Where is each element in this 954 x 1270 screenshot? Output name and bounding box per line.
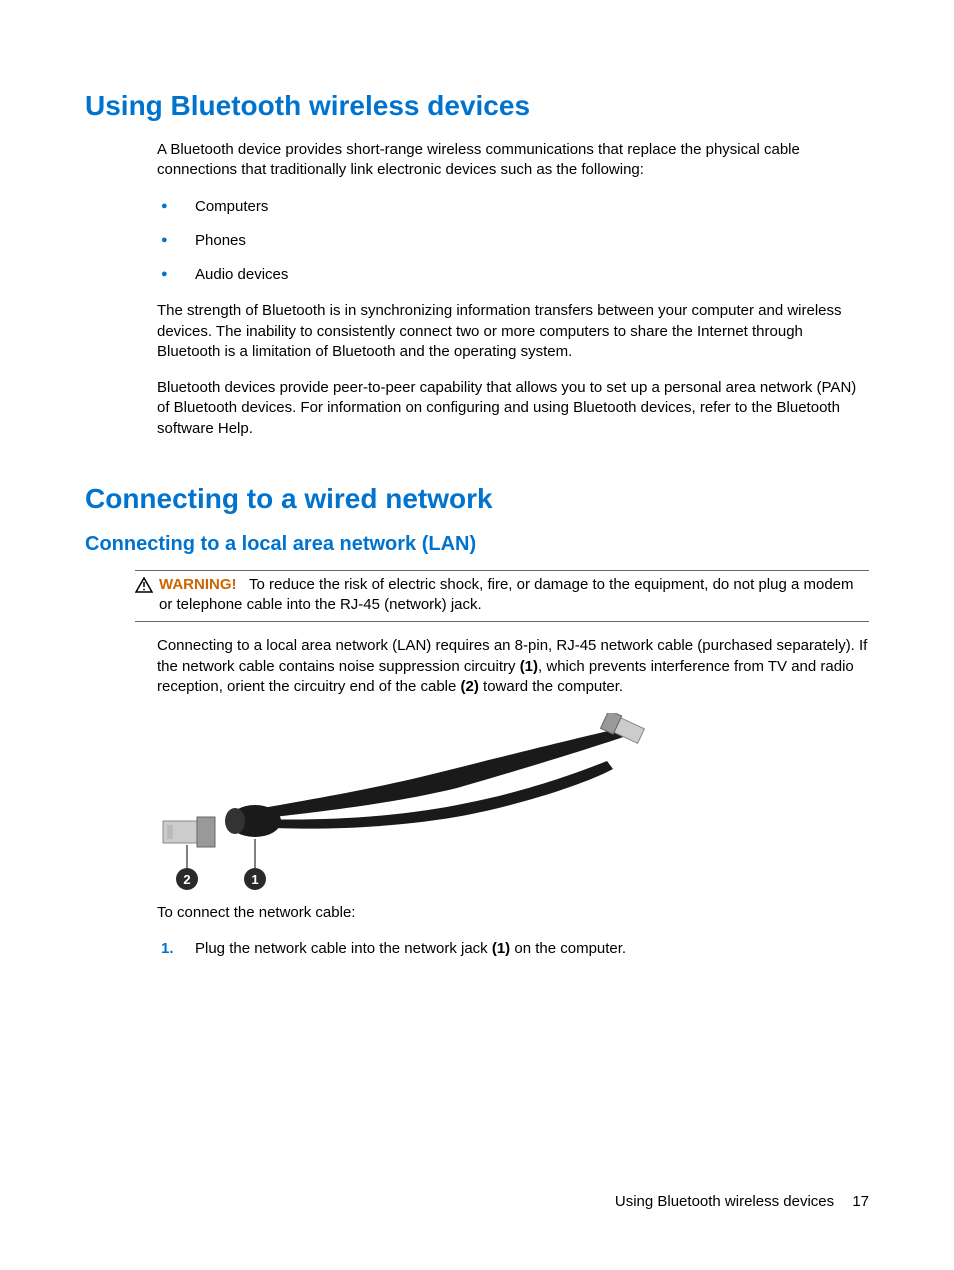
subheading-lan: Connecting to a local area network (LAN) (85, 533, 869, 556)
paragraph-intro: A Bluetooth device provides short-range … (157, 140, 869, 181)
step-item: 1. Plug the network cable into the netwo… (157, 939, 869, 959)
warning-icon (135, 577, 153, 598)
footer-text: Using Bluetooth wireless devices (615, 1193, 834, 1210)
paragraph-pan: Bluetooth devices provide peer-to-peer c… (157, 378, 869, 439)
warning-text: To reduce the risk of electric shock, fi… (159, 576, 854, 613)
caption-connect: To connect the network cable: (157, 903, 869, 923)
list-item: Phones (157, 231, 869, 251)
heading-bluetooth: Using Bluetooth wireless devices (85, 90, 869, 122)
paragraph-lan-intro: Connecting to a local area network (LAN)… (157, 636, 869, 697)
list-item: Audio devices (157, 265, 869, 285)
footer-page-number: 17 (852, 1193, 869, 1210)
callout-1: 1 (251, 872, 258, 887)
warning-box: WARNING! To reduce the risk of electric … (135, 570, 869, 623)
numbered-steps: 1. Plug the network cable into the netwo… (157, 939, 869, 959)
list-item: Computers (157, 197, 869, 217)
paragraph-strength: The strength of Bluetooth is in synchron… (157, 301, 869, 362)
step-number: 1. (161, 939, 174, 959)
heading-wired-network: Connecting to a wired network (85, 483, 869, 515)
bullet-list-devices: Computers Phones Audio devices (157, 197, 869, 286)
warning-label: WARNING! (159, 576, 237, 593)
callout-2: 2 (183, 872, 190, 887)
cable-illustration: 2 1 (157, 713, 647, 893)
page-footer: Using Bluetooth wireless devices 17 (615, 1193, 869, 1210)
warning-content: WARNING! To reduce the risk of electric … (135, 575, 869, 616)
